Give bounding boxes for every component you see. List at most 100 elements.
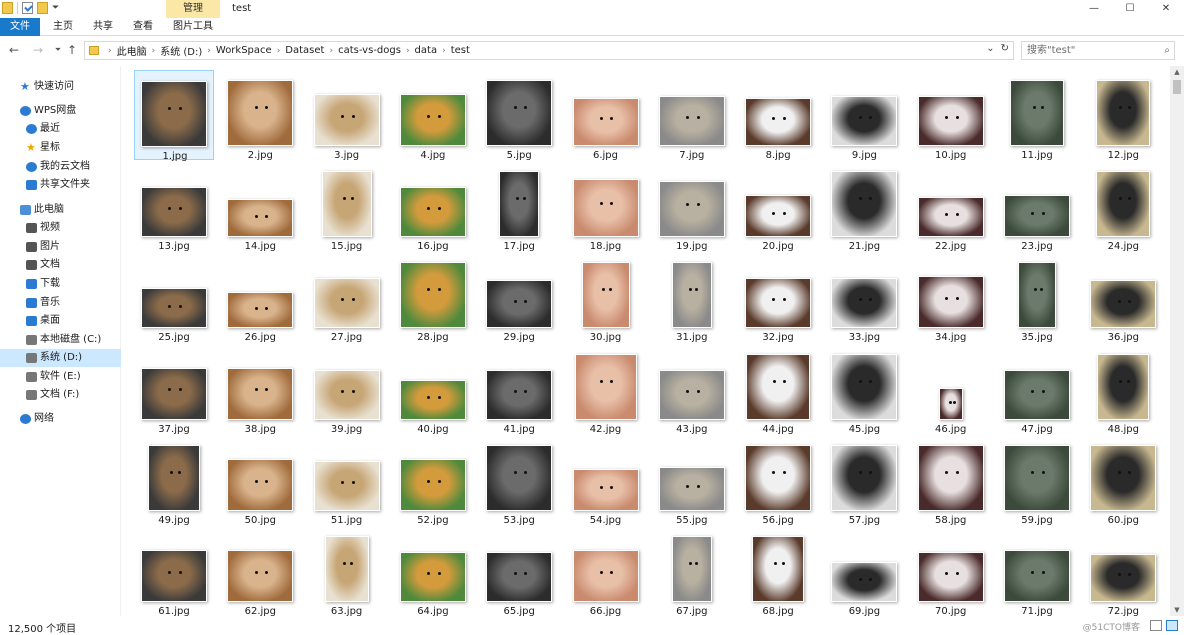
file-item[interactable]: 37.jpg bbox=[134, 344, 214, 435]
file-item[interactable]: 62.jpg bbox=[220, 526, 300, 617]
file-item[interactable]: 64.jpg bbox=[393, 526, 473, 617]
file-item[interactable]: 31.jpg bbox=[652, 252, 732, 343]
file-item[interactable]: 42.jpg bbox=[566, 344, 646, 435]
search-input[interactable]: 搜索"test" ⌕ bbox=[1021, 41, 1175, 60]
file-item[interactable]: 41.jpg bbox=[479, 344, 559, 435]
chevron-right-icon[interactable]: › bbox=[277, 46, 281, 56]
file-item[interactable]: 55.jpg bbox=[652, 435, 732, 526]
file-item[interactable]: 49.jpg bbox=[134, 435, 214, 526]
file-item[interactable]: 43.jpg bbox=[652, 344, 732, 435]
file-item[interactable]: 15.jpg bbox=[307, 161, 387, 252]
manage-tab[interactable]: 管理 bbox=[166, 0, 220, 18]
sidebar-item[interactable]: 文档 (F:) bbox=[0, 386, 121, 404]
file-item[interactable]: 30.jpg bbox=[566, 252, 646, 343]
file-item[interactable]: 24.jpg bbox=[1083, 161, 1163, 252]
sidebar-item[interactable]: 本地磁盘 (C:) bbox=[0, 331, 121, 349]
sidebar-item[interactable]: 桌面 bbox=[0, 312, 121, 330]
vertical-scrollbar[interactable]: ▲ ▼ bbox=[1170, 66, 1184, 616]
file-item[interactable]: 3.jpg bbox=[307, 70, 387, 161]
sidebar-item[interactable]: 共享文件夹 bbox=[0, 176, 121, 194]
breadcrumb-item[interactable]: 系统 (D:) bbox=[160, 43, 202, 58]
file-item[interactable]: 60.jpg bbox=[1083, 435, 1163, 526]
new-folder-icon[interactable] bbox=[37, 2, 48, 14]
file-item[interactable]: 23.jpg bbox=[997, 161, 1077, 252]
file-item[interactable]: 4.jpg bbox=[393, 70, 473, 161]
file-item[interactable]: 32.jpg bbox=[738, 252, 818, 343]
breadcrumb-item[interactable]: test bbox=[451, 45, 470, 56]
file-item[interactable]: 52.jpg bbox=[393, 435, 473, 526]
file-item[interactable]: 69.jpg bbox=[824, 526, 904, 617]
file-item[interactable]: 40.jpg bbox=[393, 344, 473, 435]
file-item[interactable]: 25.jpg bbox=[134, 252, 214, 343]
sidebar-item[interactable]: 此电脑 bbox=[0, 201, 121, 219]
file-item[interactable]: 9.jpg bbox=[824, 70, 904, 161]
file-item[interactable]: 53.jpg bbox=[479, 435, 559, 526]
file-item[interactable]: 18.jpg bbox=[566, 161, 646, 252]
sidebar-item[interactable]: 下载 bbox=[0, 275, 121, 293]
file-item[interactable]: 8.jpg bbox=[738, 70, 818, 161]
chevron-right-icon[interactable]: › bbox=[406, 46, 410, 56]
file-item[interactable]: 63.jpg bbox=[307, 526, 387, 617]
close-icon[interactable]: ✕ bbox=[1148, 0, 1184, 18]
sidebar-item[interactable]: 软件 (E:) bbox=[0, 368, 121, 386]
large-icons-view-icon[interactable] bbox=[1166, 620, 1178, 631]
sidebar-item[interactable]: 我的云文档 bbox=[0, 158, 121, 176]
file-item[interactable]: 19.jpg bbox=[652, 161, 732, 252]
file-item[interactable]: 22.jpg bbox=[911, 161, 991, 252]
sidebar-item[interactable]: 最近 bbox=[0, 120, 121, 138]
file-item[interactable]: 16.jpg bbox=[393, 161, 473, 252]
chevron-right-icon[interactable]: › bbox=[207, 46, 211, 56]
file-item[interactable]: 13.jpg bbox=[134, 161, 214, 252]
chevron-down-icon[interactable]: ⌄ bbox=[986, 43, 994, 54]
file-item[interactable]: 61.jpg bbox=[134, 526, 214, 617]
maximize-icon[interactable]: ☐ bbox=[1112, 0, 1148, 18]
file-item[interactable]: 44.jpg bbox=[738, 344, 818, 435]
file-item[interactable]: 5.jpg bbox=[479, 70, 559, 161]
file-item[interactable]: 67.jpg bbox=[652, 526, 732, 617]
file-item[interactable]: 11.jpg bbox=[997, 70, 1077, 161]
tab-picture-tools[interactable]: 图片工具 bbox=[166, 18, 220, 36]
minimize-icon[interactable]: — bbox=[1076, 0, 1112, 18]
file-item[interactable]: 28.jpg bbox=[393, 252, 473, 343]
file-item[interactable]: 51.jpg bbox=[307, 435, 387, 526]
file-item[interactable]: 17.jpg bbox=[479, 161, 559, 252]
sidebar-item[interactable]: 系统 (D:) bbox=[0, 349, 121, 367]
file-item[interactable]: 36.jpg bbox=[1083, 252, 1163, 343]
tab-home[interactable]: 主页 bbox=[46, 18, 80, 36]
file-item[interactable]: 12.jpg bbox=[1083, 70, 1163, 161]
file-item[interactable]: 48.jpg bbox=[1083, 344, 1163, 435]
file-item[interactable]: 56.jpg bbox=[738, 435, 818, 526]
chevron-right-icon[interactable]: › bbox=[108, 46, 112, 56]
sidebar-item[interactable]: 文档 bbox=[0, 256, 121, 274]
details-view-icon[interactable] bbox=[1150, 620, 1162, 631]
file-item[interactable]: 33.jpg bbox=[824, 252, 904, 343]
breadcrumb-item[interactable]: 此电脑 bbox=[117, 43, 147, 58]
sidebar-item[interactable]: 网络 bbox=[0, 410, 121, 428]
file-item[interactable]: 65.jpg bbox=[479, 526, 559, 617]
file-item[interactable]: 26.jpg bbox=[220, 252, 300, 343]
file-item[interactable]: 2.jpg bbox=[220, 70, 300, 161]
file-item[interactable]: 46.jpg bbox=[911, 344, 991, 435]
file-item[interactable]: 66.jpg bbox=[566, 526, 646, 617]
file-item[interactable]: 35.jpg bbox=[997, 252, 1077, 343]
file-item[interactable]: 72.jpg bbox=[1083, 526, 1163, 617]
file-item[interactable]: 21.jpg bbox=[824, 161, 904, 252]
file-item[interactable]: 38.jpg bbox=[220, 344, 300, 435]
search-icon[interactable]: ⌕ bbox=[1164, 42, 1170, 59]
file-item[interactable]: 70.jpg bbox=[911, 526, 991, 617]
file-item[interactable]: 34.jpg bbox=[911, 252, 991, 343]
scroll-up-icon[interactable]: ▲ bbox=[1170, 66, 1184, 78]
breadcrumb[interactable]: › 此电脑 › 系统 (D:) › WorkSpace › Dataset › … bbox=[84, 41, 1014, 60]
file-item[interactable]: 54.jpg bbox=[566, 435, 646, 526]
file-item[interactable]: 57.jpg bbox=[824, 435, 904, 526]
file-item[interactable]: 1.jpg bbox=[134, 70, 214, 162]
back-arrow-icon[interactable]: ← bbox=[6, 42, 22, 58]
sidebar-item[interactable]: 音乐 bbox=[0, 294, 121, 312]
up-arrow-icon[interactable]: ↑ bbox=[64, 42, 80, 58]
file-item[interactable]: 58.jpg bbox=[911, 435, 991, 526]
chevron-right-icon[interactable]: › bbox=[329, 46, 333, 56]
scrollbar-thumb[interactable] bbox=[1173, 80, 1181, 94]
sidebar-item[interactable]: 视频 bbox=[0, 219, 121, 237]
sidebar-item[interactable]: WPS网盘 bbox=[0, 102, 121, 120]
sidebar-item[interactable]: ★ 快速访问 bbox=[0, 78, 121, 96]
